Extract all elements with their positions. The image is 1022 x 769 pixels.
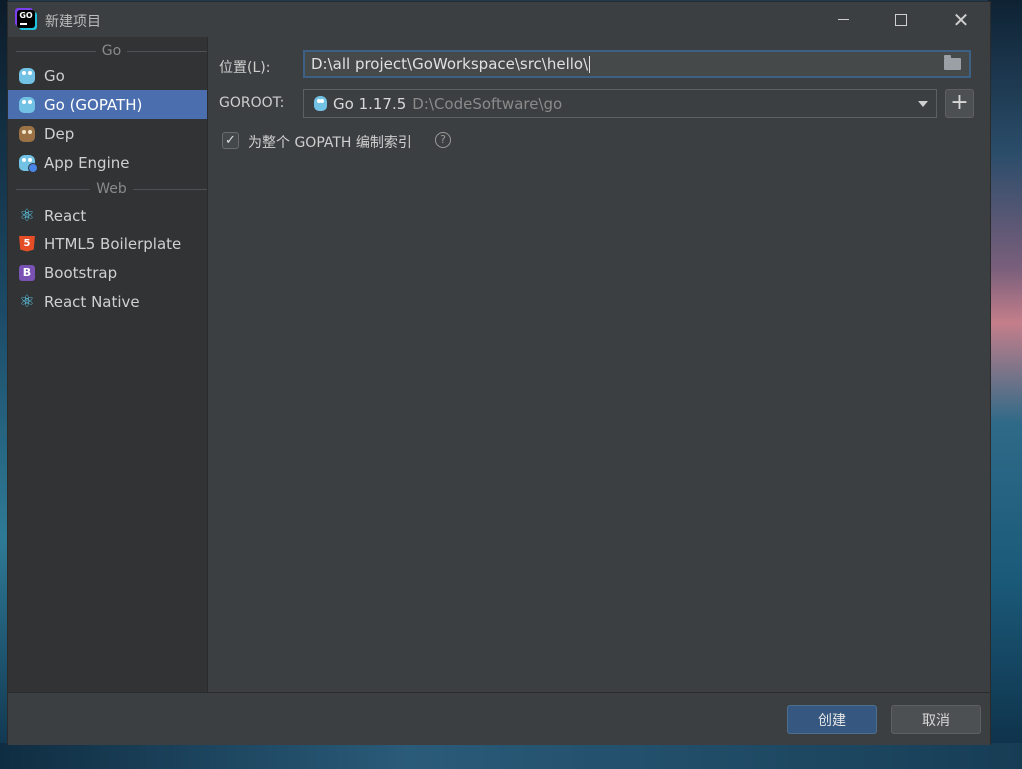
sidebar-item-app-engine[interactable]: App Engine	[8, 148, 207, 177]
sidebar-item-html5-boilerplate[interactable]: 5 HTML5 Boilerplate	[8, 229, 207, 258]
sidebar-item-react-native[interactable]: ⚛ React Native	[8, 287, 207, 316]
sidebar-item-go-gopath[interactable]: Go (GOPATH)	[8, 90, 207, 119]
group-label-go: Go	[101, 43, 122, 59]
create-button[interactable]: 创建	[787, 705, 877, 734]
minimize-icon	[837, 19, 849, 20]
title-bar[interactable]: GO 新建项目 ✕	[8, 2, 990, 37]
gopher-icon	[19, 96, 35, 113]
desktop-wallpaper-right	[988, 0, 1022, 769]
maximize-icon	[895, 13, 907, 26]
sidebar-item-react[interactable]: ⚛ React	[8, 201, 207, 230]
sidebar-item-label: Dep	[44, 124, 75, 143]
checkmark-icon: ✓	[225, 133, 236, 148]
desktop-wallpaper-bottom	[0, 743, 1022, 769]
minimize-button[interactable]	[814, 2, 872, 37]
sidebar-item-go[interactable]: Go	[8, 61, 207, 90]
react-icon: ⚛	[19, 205, 35, 226]
location-input[interactable]: D:\all project\GoWorkspace\src\hello\	[303, 50, 971, 78]
goroot-version: Go 1.17.5	[333, 94, 407, 113]
group-separator-go: Go	[8, 41, 208, 61]
react-icon: ⚛	[19, 291, 35, 312]
chevron-down-icon	[918, 101, 928, 107]
desktop-wallpaper-left	[0, 0, 8, 769]
goroot-dropdown[interactable]: Go 1.17.5 D:\CodeSoftware\go	[303, 89, 937, 118]
dialog-footer: 创建 取消	[8, 692, 990, 745]
add-sdk-button[interactable]: +	[945, 89, 974, 118]
dep-icon	[19, 125, 35, 142]
folder-browse-icon[interactable]	[944, 55, 961, 70]
index-gopath-label: 为整个 GOPATH 编制索引	[248, 135, 412, 151]
project-settings-panel: 位置(L): D:\all project\GoWorkspace\src\he…	[208, 37, 990, 692]
sidebar-item-label: Go	[44, 66, 65, 85]
create-button-label: 创建	[818, 712, 846, 729]
new-project-dialog: GO 新建项目 ✕ Go Go Go (GOPATH) Dep App Engi…	[8, 2, 990, 745]
app-engine-icon	[19, 154, 38, 173]
sidebar-item-dep[interactable]: Dep	[8, 119, 207, 148]
close-button[interactable]: ✕	[932, 2, 990, 37]
bootstrap-icon: B	[19, 264, 35, 281]
goroot-path: D:\CodeSoftware\go	[412, 94, 563, 113]
goroot-label: GOROOT:	[219, 95, 285, 111]
help-icon[interactable]: ?	[435, 132, 451, 148]
group-label-web: Web	[96, 181, 127, 197]
cancel-button[interactable]: 取消	[891, 705, 981, 734]
index-gopath-checkbox[interactable]: ✓	[222, 132, 239, 149]
sidebar-item-label: React Native	[44, 292, 140, 311]
gopher-icon	[19, 67, 35, 84]
sidebar-item-label: Bootstrap	[44, 263, 118, 282]
group-separator-web: Web	[8, 179, 207, 199]
location-value: D:\all project\GoWorkspace\src\hello\	[311, 55, 589, 73]
html5-icon: 5	[19, 235, 35, 252]
sidebar-item-bootstrap[interactable]: B Bootstrap	[8, 258, 207, 287]
cancel-button-label: 取消	[922, 712, 950, 729]
goland-icon: GO	[17, 10, 35, 28]
sidebar-item-label: React	[44, 206, 87, 225]
window-title: 新建项目	[45, 14, 101, 30]
sidebar-item-label: Go (GOPATH)	[44, 95, 143, 114]
sidebar-item-label: App Engine	[44, 153, 130, 172]
sidebar-item-label: HTML5 Boilerplate	[44, 234, 182, 253]
maximize-button[interactable]	[872, 2, 930, 37]
close-icon: ✕	[952, 7, 970, 32]
project-type-sidebar: Go Go Go (GOPATH) Dep App Engine Web ⚛ R…	[8, 37, 208, 692]
gopher-icon	[314, 96, 327, 111]
location-label: 位置(L):	[219, 60, 271, 76]
text-caret	[589, 55, 591, 73]
plus-icon: +	[950, 90, 969, 115]
